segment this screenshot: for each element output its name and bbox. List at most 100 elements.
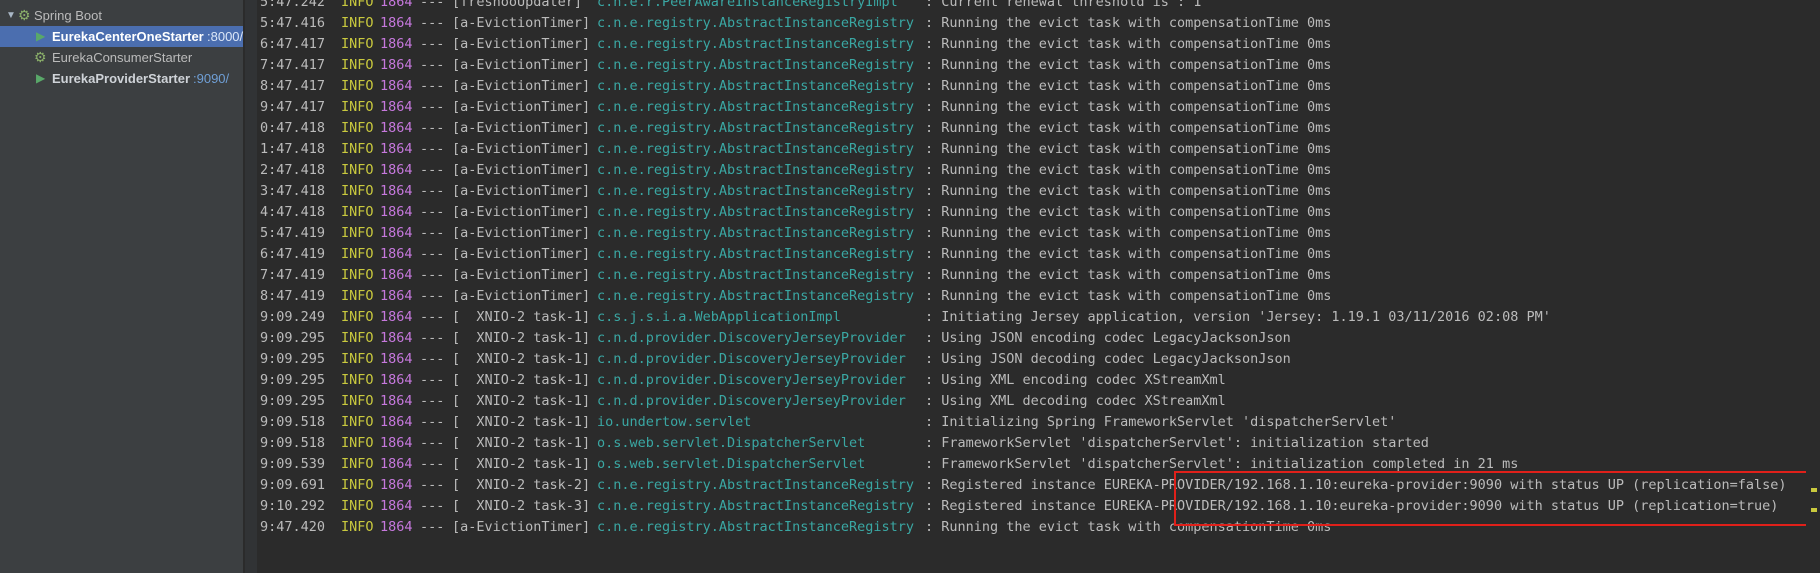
log-pid: 1864: [380, 456, 413, 472]
log-timestamp: 9:09.295: [260, 393, 326, 409]
log-logger[interactable]: c.n.e.registry.AbstractInstanceRegistry: [597, 496, 914, 517]
log-timestamp: 7:47.417: [260, 57, 326, 73]
log-line: 6:47.417 INFO 1864 --- [a-EvictionTimer] c.n.…: [257, 34, 1797, 55]
log-line: 5:47.416 INFO 1864 --- [a-EvictionTimer] c.n.…: [257, 13, 1797, 34]
log-level: INFO: [341, 36, 374, 52]
log-logger[interactable]: o.s.web.servlet.DispatcherServlet: [597, 433, 865, 454]
log-separator: ---: [420, 456, 445, 472]
log-message: : Running the evict task with compensati…: [925, 15, 1332, 31]
log-line: 9:09.249 INFO 1864 --- [ XNIO-2 task-1] c.s.j…: [257, 307, 1797, 328]
log-logger[interactable]: c.n.e.registry.AbstractInstanceRegistry: [597, 160, 914, 181]
log-separator: ---: [420, 162, 445, 178]
log-separator: ---: [420, 57, 445, 73]
log-line: 9:47.417 INFO 1864 --- [a-EvictionTimer] c.n.…: [257, 97, 1797, 118]
spring-boot-icon: ⚙: [34, 49, 47, 65]
run-triangle-icon: ▶: [36, 29, 46, 43]
log-separator: ---: [420, 267, 445, 283]
log-thread: [a-EvictionTimer]: [452, 267, 591, 283]
log-logger[interactable]: c.n.e.registry.AbstractInstanceRegistry: [597, 34, 914, 55]
log-line: 5:47.419 INFO 1864 --- [a-EvictionTimer] c.n.…: [257, 223, 1797, 244]
log-logger[interactable]: c.n.e.registry.AbstractInstanceRegistry: [597, 202, 914, 223]
log-logger[interactable]: o.s.web.servlet.DispatcherServlet: [597, 454, 865, 475]
log-message: : FrameworkServlet 'dispatcherServlet': …: [925, 435, 1429, 451]
log-separator: ---: [420, 519, 445, 535]
app-port-link[interactable]: :8000/: [207, 26, 243, 47]
log-message: : Initiating Jersey application, version…: [925, 309, 1551, 325]
log-pid: 1864: [380, 477, 413, 493]
log-thread: [a-EvictionTimer]: [452, 519, 591, 535]
log-timestamp: 8:47.419: [260, 288, 326, 304]
log-timestamp: 6:47.417: [260, 36, 326, 52]
log-timestamp: 9:09.249: [260, 309, 326, 325]
log-logger[interactable]: c.n.e.registry.AbstractInstanceRegistry: [597, 517, 914, 538]
log-separator: ---: [420, 330, 445, 346]
log-line: 4:47.418 INFO 1864 --- [a-EvictionTimer] c.n.…: [257, 202, 1797, 223]
log-pid: 1864: [380, 414, 413, 430]
tree-item-app[interactable]: ▶ EurekaProviderStarter:9090/: [0, 68, 243, 89]
log-thread: [ XNIO-2 task-1]: [452, 456, 591, 472]
log-logger[interactable]: c.n.e.r.PeerAwareInstanceRegistryImpl: [597, 0, 898, 13]
console-scrollbar[interactable]: [1806, 0, 1820, 573]
log-logger[interactable]: io.undertow.servlet: [597, 412, 751, 433]
log-message: : Using XML encoding codec XStreamXml: [925, 372, 1226, 388]
log-logger[interactable]: c.n.d.provider.DiscoveryJerseyProvider: [597, 349, 906, 370]
expand-arrow-icon[interactable]: ▼: [6, 5, 16, 26]
log-separator: ---: [420, 99, 445, 115]
log-logger[interactable]: c.n.e.registry.AbstractInstanceRegistry: [597, 265, 914, 286]
log-logger[interactable]: c.n.e.registry.AbstractInstanceRegistry: [597, 139, 914, 160]
log-level: INFO: [341, 498, 374, 514]
log-message: : Running the evict task with compensati…: [925, 183, 1332, 199]
tree-item-app[interactable]: ⚙ EurekaConsumerStarter: [0, 47, 243, 68]
spring-boot-icon: ⚙: [18, 7, 31, 23]
log-logger[interactable]: c.n.e.registry.AbstractInstanceRegistry: [597, 181, 914, 202]
log-message: : Current renewal threshold is : 1: [925, 0, 1202, 10]
log-separator: ---: [420, 204, 445, 220]
app-port-link[interactable]: :9090/: [193, 68, 229, 89]
log-separator: ---: [420, 120, 445, 136]
log-level: INFO: [341, 267, 374, 283]
log-level: INFO: [341, 477, 374, 493]
log-message: : Running the evict task with compensati…: [925, 99, 1332, 115]
log-thread: [a-EvictionTimer]: [452, 183, 591, 199]
log-thread: [a-EvictionTimer]: [452, 36, 591, 52]
log-logger[interactable]: c.n.e.registry.AbstractInstanceRegistry: [597, 223, 914, 244]
log-logger[interactable]: c.n.e.registry.AbstractInstanceRegistry: [597, 55, 914, 76]
services-tree-panel: ▼ ⚙ Spring Boot ▶ EurekaCenterOneStarter:…: [0, 0, 244, 573]
log-logger[interactable]: c.n.d.provider.DiscoveryJerseyProvider: [597, 391, 906, 412]
log-level: INFO: [341, 57, 374, 73]
log-pid: 1864: [380, 393, 413, 409]
log-thread: [ XNIO-2 task-2]: [452, 477, 591, 493]
log-pid: 1864: [380, 36, 413, 52]
app-name-label: EurekaCenterOneStarter: [52, 29, 204, 44]
tree-root-spring-boot[interactable]: ▼ ⚙ Spring Boot: [0, 5, 243, 26]
log-level: INFO: [341, 15, 374, 31]
log-logger[interactable]: c.n.e.registry.AbstractInstanceRegistry: [597, 244, 914, 265]
log-logger[interactable]: c.n.d.provider.DiscoveryJerseyProvider: [597, 370, 906, 391]
log-pid: 1864: [380, 351, 413, 367]
log-thread: [a-EvictionTimer]: [452, 141, 591, 157]
log-pid: 1864: [380, 0, 413, 10]
log-logger[interactable]: c.n.e.registry.AbstractInstanceRegistry: [597, 475, 914, 496]
log-logger[interactable]: c.n.d.provider.DiscoveryJerseyProvider: [597, 328, 906, 349]
scroll-marker: [1811, 508, 1817, 512]
console-output[interactable]: 5:47.242 INFO 1864 --- [freshooUpdater] c.n.e…: [257, 0, 1820, 573]
tree-item-app[interactable]: ▶ EurekaCenterOneStarter:8000/: [0, 26, 243, 47]
log-timestamp: 9:10.292: [260, 498, 326, 514]
log-logger[interactable]: c.s.j.s.i.a.WebApplicationImpl: [597, 307, 841, 328]
log-message: : Running the evict task with compensati…: [925, 246, 1332, 262]
log-level: INFO: [341, 162, 374, 178]
log-level: INFO: [341, 456, 374, 472]
log-logger[interactable]: c.n.e.registry.AbstractInstanceRegistry: [597, 118, 914, 139]
log-pid: 1864: [380, 99, 413, 115]
log-thread: [a-EvictionTimer]: [452, 162, 591, 178]
log-thread: [a-EvictionTimer]: [452, 78, 591, 94]
scroll-marker: [1811, 488, 1817, 492]
log-line: 9:09.295 INFO 1864 --- [ XNIO-2 task-1] c.n.d…: [257, 370, 1797, 391]
log-line: 3:47.418 INFO 1864 --- [a-EvictionTimer] c.n.…: [257, 181, 1797, 202]
log-thread: [a-EvictionTimer]: [452, 120, 591, 136]
log-logger[interactable]: c.n.e.registry.AbstractInstanceRegistry: [597, 76, 914, 97]
log-logger[interactable]: c.n.e.registry.AbstractInstanceRegistry: [597, 13, 914, 34]
log-message: : Running the evict task with compensati…: [925, 78, 1332, 94]
log-logger[interactable]: c.n.e.registry.AbstractInstanceRegistry: [597, 97, 914, 118]
log-logger[interactable]: c.n.e.registry.AbstractInstanceRegistry: [597, 286, 914, 307]
